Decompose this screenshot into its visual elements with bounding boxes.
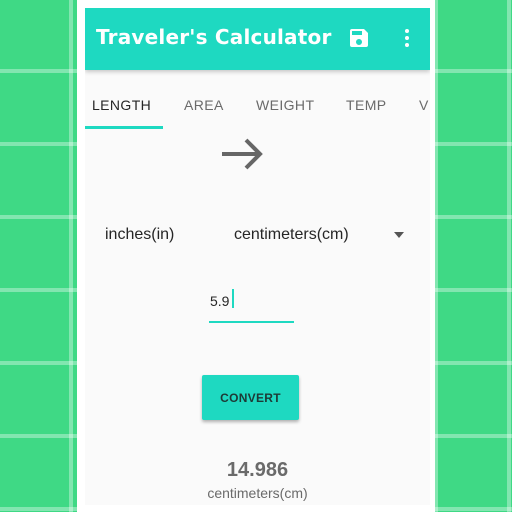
result-value: 14.986 [226, 459, 289, 481]
app-bar: Traveler's Calculator [85, 8, 430, 70]
from-unit-label[interactable]: inches(in) [105, 226, 174, 244]
save-icon [350, 29, 368, 47]
tab-area[interactable]: AREA [184, 97, 224, 113]
tab-indicator [85, 126, 163, 129]
tab-volume[interactable]: V [419, 97, 429, 113]
to-unit-select[interactable]: centimeters(cm) [234, 223, 414, 249]
more-vert-icon [405, 29, 409, 47]
tab-length[interactable]: LENGTH [92, 97, 151, 113]
unit-category-tabs: LENGTH AREA WEIGHT TEMP V [85, 70, 430, 132]
save-button[interactable] [347, 26, 371, 50]
result-unit: centimeters(cm) [207, 485, 308, 501]
arrow-drop-down-icon [394, 232, 404, 238]
tab-weight[interactable]: WEIGHT [256, 97, 314, 113]
overflow-menu-button[interactable] [395, 26, 419, 50]
to-unit-value: centimeters(cm) [234, 226, 349, 243]
arrow-right-icon [219, 134, 267, 174]
app-screen: Traveler's Calculator LENGTH AREA WEIGHT… [85, 8, 430, 505]
convert-button[interactable]: CONVERT [202, 375, 299, 420]
tab-temp[interactable]: TEMP [346, 97, 387, 113]
app-title: Traveler's Calculator [96, 25, 332, 49]
text-cursor [232, 289, 234, 308]
value-input[interactable] [209, 287, 294, 323]
